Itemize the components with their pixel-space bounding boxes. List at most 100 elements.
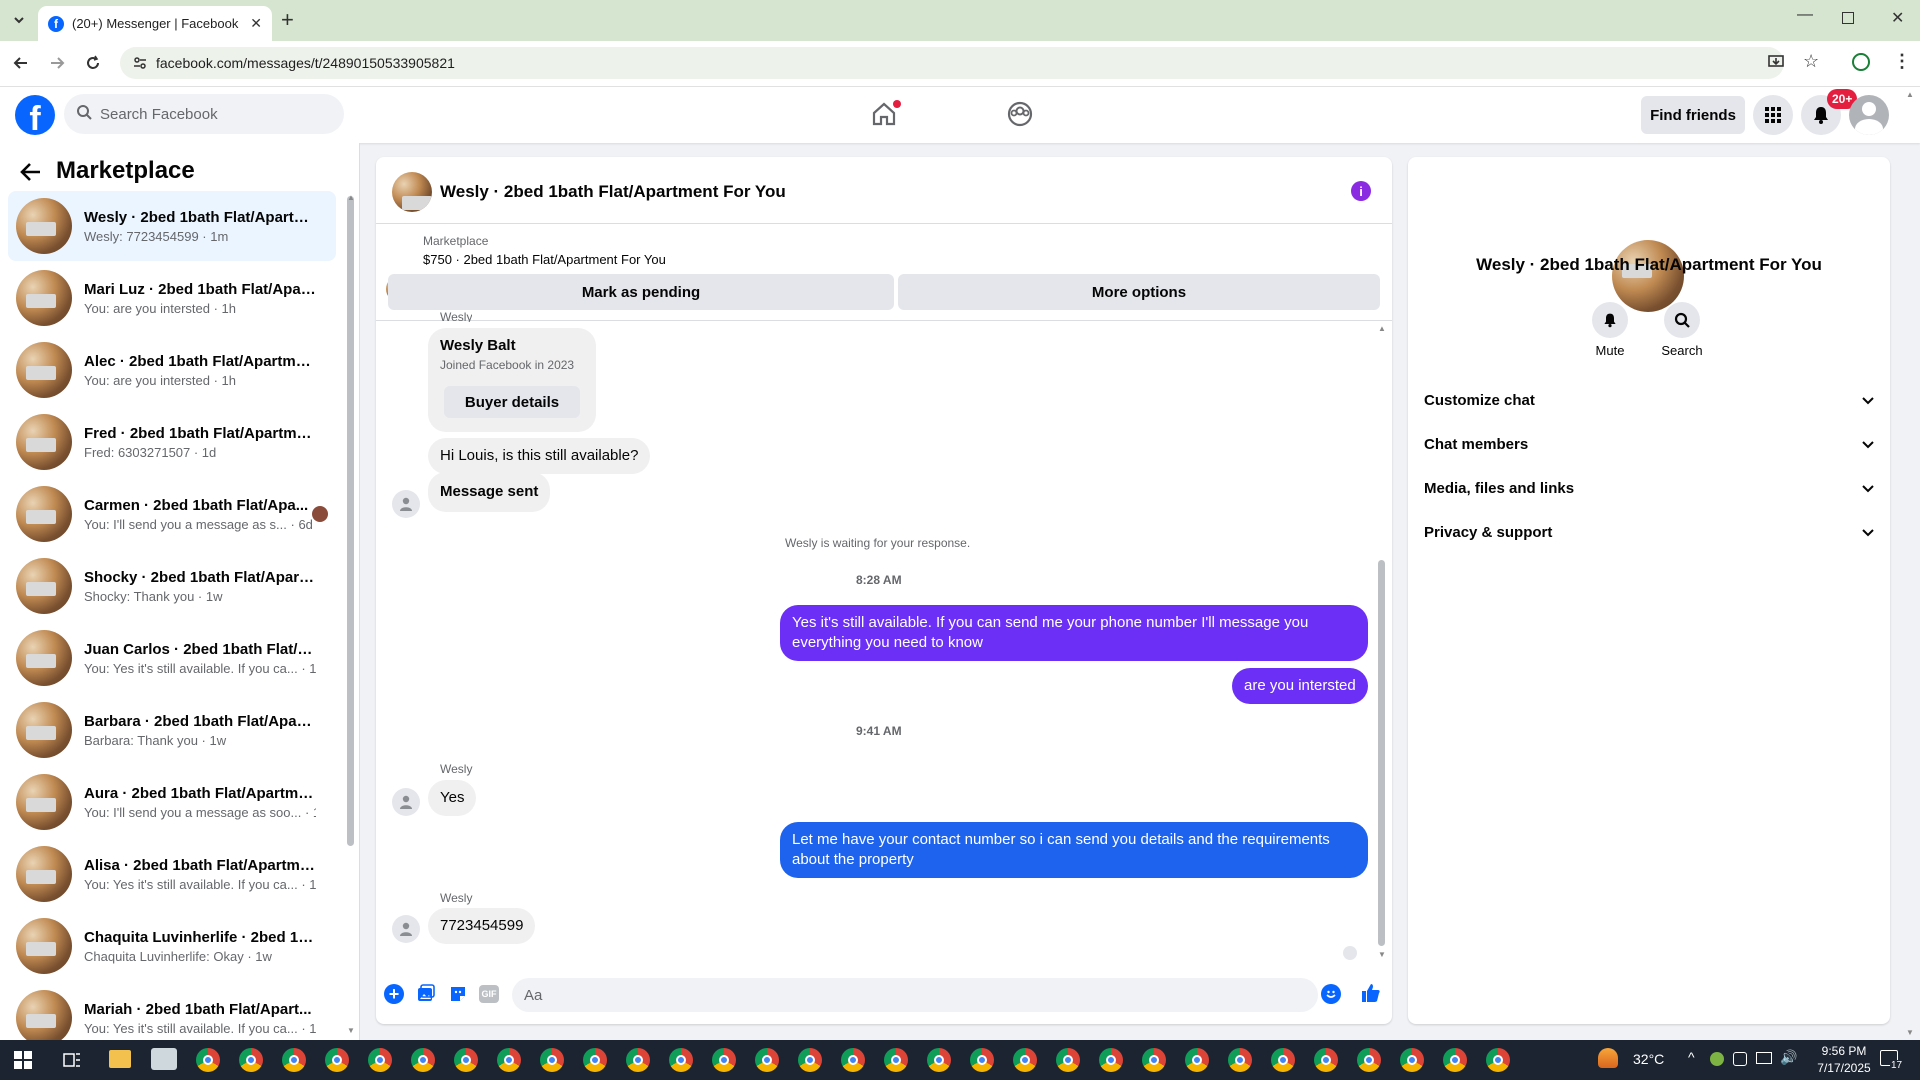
chrome-taskbar-icon[interactable] <box>282 1048 306 1072</box>
file-explorer-icon[interactable] <box>109 1050 131 1068</box>
chrome-taskbar-icon[interactable] <box>497 1048 521 1072</box>
tab-list-chevron-icon[interactable] <box>4 5 34 35</box>
scroll-up-arrow-icon[interactable]: ▲ <box>347 193 355 202</box>
chrome-taskbar-icon[interactable] <box>1142 1048 1166 1072</box>
chrome-taskbar-icon[interactable] <box>884 1048 908 1072</box>
listing-title[interactable]: $750 · 2bed 1bath Flat/Apartment For You <box>423 252 666 267</box>
groups-icon[interactable] <box>1006 100 1034 133</box>
sticker-icon[interactable] <box>448 984 468 1009</box>
task-view-icon[interactable] <box>62 1050 82 1075</box>
bookmark-star-icon[interactable]: ☆ <box>1803 51 1819 72</box>
conversation-item[interactable]: Shocky · 2bed 1bath Flat/Apart... Shocky:… <box>8 551 336 621</box>
install-app-icon[interactable] <box>1767 53 1785 76</box>
message-input[interactable]: Aa <box>512 978 1318 1012</box>
details-listing-photo[interactable] <box>1612 240 1684 312</box>
browser-tab[interactable]: f (20+) Messenger | Facebook ✕ <box>38 6 272 41</box>
chrome-taskbar-icon[interactable] <box>1228 1048 1252 1072</box>
attach-photo-icon[interactable] <box>416 984 436 1009</box>
find-friends-button[interactable]: Find friends <box>1641 96 1745 134</box>
chrome-taskbar-icon[interactable] <box>970 1048 994 1072</box>
message-bubble-outgoing[interactable]: Yes it's still available. If you can sen… <box>780 605 1368 661</box>
chrome-taskbar-icon[interactable] <box>1400 1048 1424 1072</box>
message-bubble-outgoing[interactable]: are you intersted <box>1232 668 1368 704</box>
chrome-taskbar-icon[interactable] <box>1271 1048 1295 1072</box>
plus-actions-icon[interactable]: + <box>384 984 404 1004</box>
chrome-taskbar-icon[interactable] <box>454 1048 478 1072</box>
conversation-item[interactable]: Barbara · 2bed 1bath Flat/Apart... Barbar… <box>8 695 336 765</box>
conversation-item[interactable]: Fred · 2bed 1bath Flat/Apartmen... Fred: … <box>8 407 336 477</box>
mark-as-pending-button[interactable]: Mark as pending <box>388 274 894 310</box>
chrome-taskbar-icon[interactable] <box>540 1048 564 1072</box>
sidebar-scrollbar[interactable] <box>347 196 354 846</box>
facebook-logo-icon[interactable]: f <box>15 95 55 138</box>
scroll-down-arrow-icon[interactable]: ▼ <box>1378 950 1386 959</box>
chat-scrollbar[interactable] <box>1378 560 1385 946</box>
conversation-item[interactable]: Aura · 2bed 1bath Flat/Apartme... You: I'… <box>8 767 336 837</box>
message-sent-bubble[interactable]: Message sent <box>428 472 551 512</box>
tray-camera-icon[interactable] <box>1733 1052 1747 1066</box>
chrome-taskbar-icon[interactable] <box>1056 1048 1080 1072</box>
chrome-taskbar-icon[interactable] <box>368 1048 392 1072</box>
chrome-taskbar-icon[interactable] <box>325 1048 349 1072</box>
chrome-taskbar-icon[interactable] <box>1185 1048 1209 1072</box>
conversation-item[interactable]: Juan Carlos · 2bed 1bath Flat/Ap... You: … <box>8 623 336 693</box>
gif-icon[interactable]: GIF <box>479 985 499 1003</box>
clock-time[interactable]: 9:56 PM <box>1808 1044 1880 1058</box>
volume-icon[interactable]: 🔊 <box>1780 1049 1797 1066</box>
page-scroll-up-icon[interactable]: ▲ <box>1906 90 1914 99</box>
thumbs-up-icon[interactable] <box>1360 982 1382 1009</box>
conversation-item[interactable]: Chaquita Luvinherlife · 2bed 1ba... Chaqu… <box>8 911 336 981</box>
back-arrow-icon[interactable] <box>20 162 42 187</box>
address-bar[interactable]: facebook.com/messages/t/2489015053390582… <box>120 47 1784 79</box>
show-hidden-icons-chevron-icon[interactable]: ^ <box>1688 1049 1695 1065</box>
weather-icon[interactable] <box>1598 1048 1618 1068</box>
network-icon[interactable] <box>1756 1052 1772 1064</box>
chrome-taskbar-icon[interactable] <box>196 1048 220 1072</box>
chat-title[interactable]: Wesly · 2bed 1bath Flat/Apartment For Yo… <box>440 182 786 202</box>
tab-close-icon[interactable]: ✕ <box>250 15 262 32</box>
more-options-button[interactable]: More options <box>898 274 1380 310</box>
account-avatar[interactable] <box>1849 95 1889 135</box>
info-icon[interactable]: i <box>1351 181 1371 201</box>
scroll-down-arrow-icon[interactable]: ▼ <box>347 1026 355 1035</box>
home-icon[interactable] <box>870 100 901 133</box>
new-tab-plus-icon[interactable]: + <box>281 7 294 33</box>
media-files-row[interactable]: Media, files and links <box>1424 470 1874 506</box>
chrome-taskbar-icon[interactable] <box>712 1048 736 1072</box>
message-bubble[interactable]: Yes <box>428 780 477 816</box>
chrome-taskbar-icon[interactable] <box>1443 1048 1467 1072</box>
close-window-icon[interactable]: ✕ <box>1891 8 1904 28</box>
chrome-taskbar-icon[interactable] <box>798 1048 822 1072</box>
conversation-item[interactable]: Mari Luz · 2bed 1bath Flat/Apart... You: … <box>8 263 336 333</box>
scroll-up-arrow-icon[interactable]: ▲ <box>1378 324 1386 333</box>
chrome-taskbar-icon[interactable] <box>1099 1048 1123 1072</box>
message-bubble[interactable]: Hi Louis, is this still available? <box>428 438 651 474</box>
page-scroll-down-icon[interactable]: ▼ <box>1906 1028 1914 1037</box>
minimize-window-icon[interactable]: — <box>1797 6 1813 24</box>
conversation-item[interactable]: Alisa · 2bed 1bath Flat/Apartme... You: Y… <box>8 839 336 909</box>
chrome-taskbar-icon[interactable] <box>239 1048 263 1072</box>
forward-arrow-icon[interactable] <box>42 48 72 78</box>
chrome-taskbar-icon[interactable] <box>626 1048 650 1072</box>
chrome-taskbar-icon[interactable] <box>1314 1048 1338 1072</box>
conversation-item[interactable]: Alec · 2bed 1bath Flat/Apartmen... You: a… <box>8 335 336 405</box>
emoji-icon[interactable] <box>1321 984 1341 1004</box>
maximize-window-icon[interactable] <box>1842 12 1854 24</box>
clock-date[interactable]: 7/17/2025 <box>1808 1061 1880 1075</box>
message-bubble-outgoing[interactable]: Let me have your contact number so i can… <box>780 822 1368 878</box>
conversation-item[interactable]: Wesly · 2bed 1bath Flat/Apartm... Wesly: … <box>8 191 336 261</box>
reload-icon[interactable] <box>78 48 108 78</box>
customize-chat-row[interactable]: Customize chat <box>1424 382 1874 418</box>
tray-app-icon[interactable] <box>1710 1052 1724 1066</box>
message-bubble[interactable]: 7723454599 <box>428 908 536 944</box>
buyer-details-button[interactable]: Buyer details <box>444 386 580 418</box>
menu-grid-icon[interactable] <box>1753 95 1793 135</box>
privacy-support-row[interactable]: Privacy & support <box>1424 514 1874 550</box>
chrome-taskbar-icon[interactable] <box>411 1048 435 1072</box>
chrome-taskbar-icon[interactable] <box>1013 1048 1037 1072</box>
mute-bell-icon[interactable] <box>1592 302 1628 338</box>
chrome-taskbar-icon[interactable] <box>583 1048 607 1072</box>
search-icon[interactable] <box>1664 302 1700 338</box>
site-info-icon[interactable] <box>132 55 148 74</box>
chrome-taskbar-icon[interactable] <box>669 1048 693 1072</box>
